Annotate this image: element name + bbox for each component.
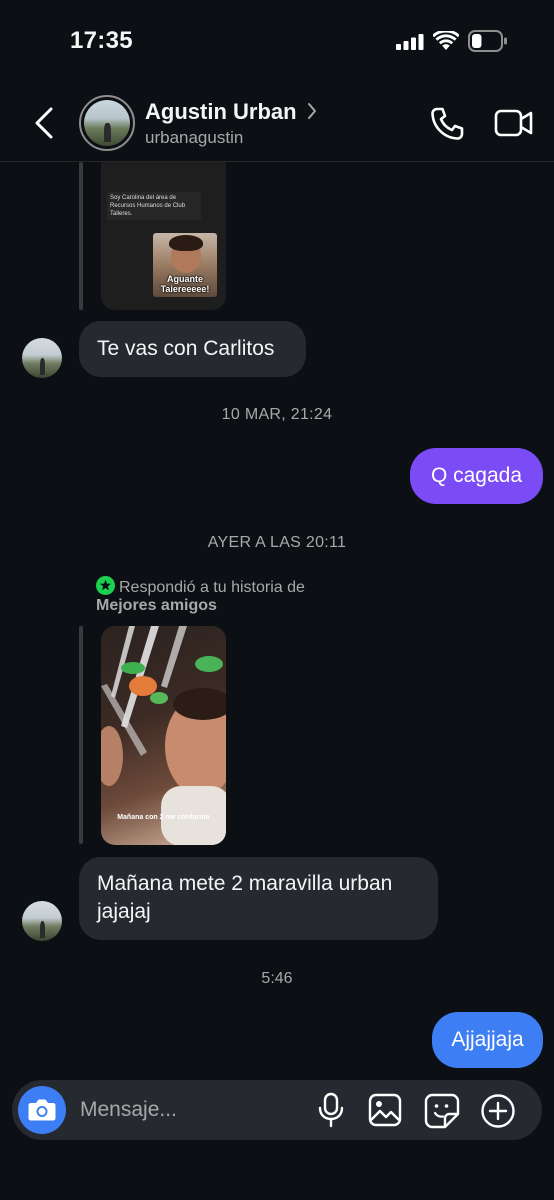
story-reply-note: Respondió a tu historia de	[96, 576, 305, 597]
profile-photo	[84, 100, 130, 146]
phone-icon[interactable]	[428, 105, 466, 143]
story-thumbnail[interactable]: Mañana con 2 me conformo	[101, 626, 226, 845]
story-reply-note-audience: Mejores amigos	[96, 597, 217, 614]
avatar[interactable]	[22, 338, 62, 378]
story-sticker: Aguante Taiereeeee!	[153, 233, 217, 297]
gallery-icon[interactable]	[368, 1093, 402, 1127]
story-caption: Soy Carolina del área de Recursos Humano…	[107, 192, 201, 220]
header-divider	[0, 161, 554, 162]
timestamp: 5:46	[261, 970, 293, 987]
reply-line	[79, 162, 83, 310]
timestamp: AYER A LAS 20:11	[207, 534, 347, 551]
star-icon	[96, 576, 115, 595]
camera-button[interactable]	[18, 1086, 66, 1134]
message-bubble-incoming[interactable]: Mañana mete 2 maravilla urban jajajaj	[79, 857, 438, 940]
sticker-icon[interactable]	[424, 1093, 460, 1129]
plus-icon[interactable]	[480, 1093, 516, 1129]
sticker-label: Aguante Taiereeeee!	[160, 274, 210, 294]
camera-icon	[28, 1099, 56, 1121]
avatar[interactable]	[79, 95, 135, 151]
message-bubble-outgoing[interactable]: Q cagada	[410, 448, 543, 504]
contact-name[interactable]: Agustin Urban	[145, 99, 297, 125]
message-bubble-outgoing[interactable]: Ajjajjaja	[432, 1012, 543, 1068]
timestamp: 10 MAR, 21:24	[221, 406, 333, 423]
reply-line	[79, 626, 83, 844]
story-caption: Mañana con 2 me conformo	[117, 814, 210, 821]
avatar[interactable]	[22, 901, 62, 941]
chevron-right-icon[interactable]	[307, 102, 317, 120]
microphone-icon[interactable]	[316, 1092, 346, 1128]
status-time: 17:35	[70, 27, 133, 54]
back-button[interactable]	[28, 105, 62, 141]
video-camera-icon[interactable]	[494, 106, 534, 140]
signal-icon	[396, 34, 424, 50]
battery-icon	[468, 30, 507, 52]
contact-username[interactable]: urbanagustin	[145, 128, 243, 148]
message-input[interactable]	[80, 1096, 300, 1124]
message-bubble-incoming[interactable]: Te vas con Carlitos	[79, 321, 306, 377]
story-reply-note-text: Respondió a tu historia de	[119, 579, 305, 596]
wifi-icon	[433, 31, 459, 50]
story-thumbnail[interactable]: Soy Carolina del área de Recursos Humano…	[101, 162, 226, 310]
